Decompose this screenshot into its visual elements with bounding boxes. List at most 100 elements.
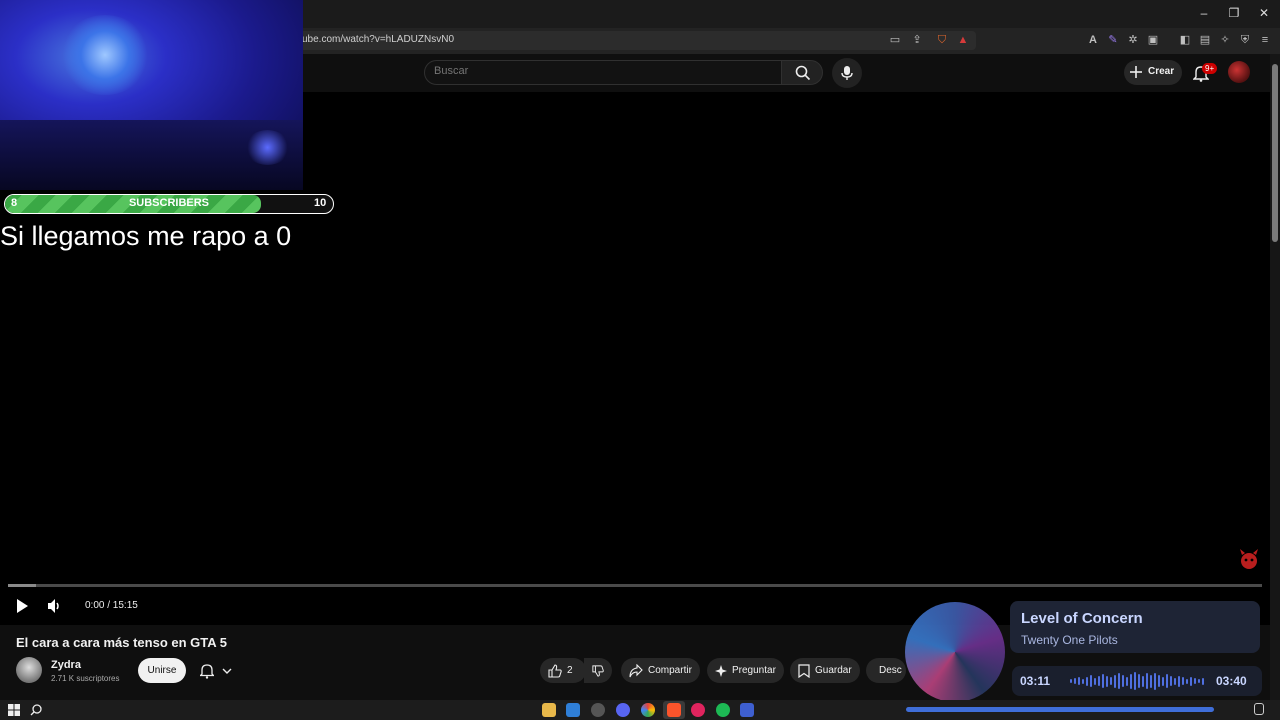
video-progress-bar[interactable] — [8, 584, 1262, 587]
subscriber-goal-start: 8 — [11, 197, 18, 209]
download-button[interactable]: Desc — [866, 658, 906, 683]
pinned-app-2-icon[interactable] — [740, 703, 754, 717]
extensions-puzzle-icon[interactable]: ✲ — [1126, 33, 1140, 47]
share-label: Compartir — [648, 665, 692, 676]
video-title: El cara a cara más tenso en GTA 5 — [16, 635, 227, 650]
discord-icon[interactable] — [616, 703, 630, 717]
share-arrow-icon — [629, 663, 643, 677]
waveform-bar — [1110, 677, 1112, 685]
waveform-bar — [1162, 676, 1164, 686]
spotify-icon[interactable] — [716, 703, 730, 717]
url-text[interactable]: ube.com/watch?v=hLADUZNsvN0 — [302, 34, 454, 45]
account-avatar[interactable] — [1228, 61, 1250, 83]
search-button[interactable] — [781, 60, 823, 85]
overlay-caption: Si llegamos me rapo a 0 — [0, 221, 292, 251]
volume-icon[interactable] — [47, 598, 63, 614]
extension-pen-icon[interactable]: ✎ — [1106, 33, 1120, 47]
minimize-icon[interactable]: – — [1197, 6, 1211, 20]
taskbar-search-icon[interactable] — [30, 704, 42, 716]
sparkle-icon — [715, 664, 727, 677]
subscriber-goal-target: 10 — [314, 197, 327, 209]
ask-button[interactable]: Preguntar — [707, 658, 784, 683]
waveform-bar — [1134, 672, 1136, 690]
album-art — [905, 602, 1005, 702]
channel-name[interactable]: Zydra — [51, 659, 81, 671]
waveform-bar — [1166, 674, 1168, 688]
menu-icon[interactable]: ≡ — [1258, 33, 1272, 47]
restore-icon[interactable]: ❐ — [1227, 6, 1241, 20]
show-desktop-icon[interactable] — [1254, 703, 1264, 715]
waveform-bar — [1194, 678, 1196, 684]
leo-ai-icon[interactable]: ✧ — [1218, 33, 1232, 47]
cast-icon[interactable]: ▭ — [888, 33, 902, 47]
waveform-bar — [1118, 673, 1120, 689]
thumbs-down-icon — [592, 664, 604, 677]
rewards-icon[interactable]: ▲ — [956, 33, 970, 47]
waveform-bar — [1070, 679, 1072, 683]
extension-ak-icon[interactable]: A — [1086, 33, 1100, 47]
video-progress-played — [8, 584, 36, 587]
tab-icon[interactable]: ▣ — [1146, 33, 1160, 47]
music-total-time: 03:40 — [1216, 674, 1247, 688]
play-icon[interactable] — [14, 598, 30, 614]
song-title: Level of Concern — [1021, 610, 1143, 627]
vpn-icon[interactable]: ⛨ — [1238, 33, 1252, 47]
channel-subscriber-count: 2.71 K suscriptores — [51, 674, 120, 683]
thumbs-up-icon — [548, 663, 562, 678]
dislike-button[interactable] — [584, 658, 612, 683]
waveform-bar — [1078, 677, 1080, 685]
webcam-overlay — [0, 0, 303, 190]
pinned-app-icon[interactable] — [566, 703, 580, 717]
waveform-bar — [1098, 676, 1100, 686]
like-button[interactable]: 2 — [540, 658, 586, 683]
waveform-bar — [1086, 676, 1088, 686]
waveform-bar — [1150, 674, 1152, 688]
search-input[interactable] — [434, 65, 764, 77]
waveform-bar — [1106, 675, 1108, 687]
windows-start-icon[interactable] — [8, 704, 20, 716]
media-player-icon[interactable] — [691, 703, 705, 717]
waveform-bar — [1090, 675, 1092, 687]
subscription-bell-button[interactable] — [196, 659, 240, 683]
brave-shield-icon[interactable]: ⛉ — [935, 33, 949, 47]
chrome-icon[interactable] — [641, 703, 655, 717]
share-button[interactable]: Compartir — [621, 658, 700, 683]
notification-badge: 9+ — [1202, 63, 1218, 74]
wallet-icon[interactable]: ▤ — [1198, 33, 1212, 47]
waveform-bar — [1082, 678, 1084, 684]
waveform-bar — [1170, 676, 1172, 686]
plus-icon — [1130, 66, 1142, 78]
bookmark-icon — [798, 663, 810, 678]
audio-waveform — [1070, 671, 1206, 691]
close-icon[interactable]: ✕ — [1257, 6, 1271, 20]
channel-avatar[interactable] — [16, 657, 42, 683]
waveform-bar — [1202, 677, 1204, 685]
waveform-bar — [1154, 672, 1156, 690]
time-display: 0:00 / 15:15 — [85, 600, 138, 611]
steam-icon[interactable] — [591, 703, 605, 717]
chevron-down-icon — [222, 668, 232, 674]
ask-label: Preguntar — [732, 665, 776, 676]
waveform-bar — [1178, 675, 1180, 687]
microphone-icon — [841, 66, 853, 80]
bell-icon — [200, 664, 214, 679]
file-explorer-icon[interactable] — [542, 703, 556, 717]
waveform-bar — [1114, 674, 1116, 688]
sidebar-icon[interactable]: ◧ — [1178, 33, 1192, 47]
voice-search-button[interactable] — [832, 58, 862, 88]
scrollbar-thumb[interactable] — [1272, 64, 1278, 242]
waveform-bar — [1190, 676, 1192, 686]
save-button[interactable]: Guardar — [790, 658, 860, 683]
waveform-bar — [1126, 676, 1128, 686]
waveform-bar — [1142, 675, 1144, 687]
waveform-bar — [1138, 674, 1140, 688]
join-button[interactable]: Unirse — [138, 658, 186, 683]
brave-icon[interactable] — [667, 703, 681, 717]
create-label[interactable]: Crear — [1148, 66, 1174, 77]
channel-watermark-icon[interactable] — [1237, 548, 1261, 570]
waveform-bar — [1122, 675, 1124, 687]
waveform-bar — [1198, 679, 1200, 683]
share-page-icon[interactable]: ⇪ — [910, 33, 924, 47]
waveform-bar — [1174, 677, 1176, 685]
waveform-bar — [1094, 677, 1096, 685]
